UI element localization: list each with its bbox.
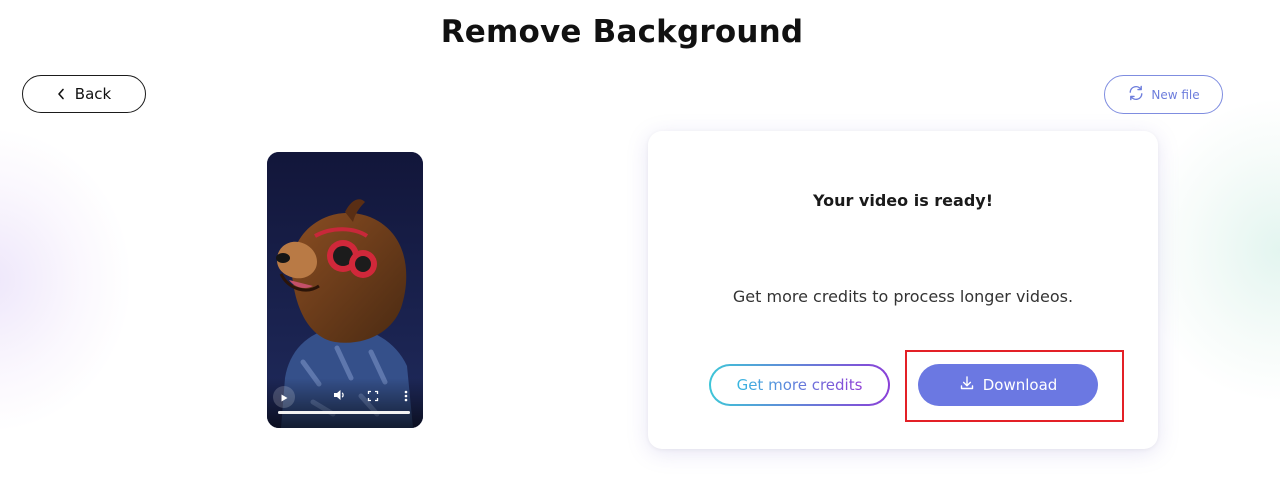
fullscreen-button[interactable] (365, 388, 381, 404)
get-more-credits-label: Get more credits (736, 376, 863, 394)
volume-button[interactable] (331, 388, 347, 404)
refresh-icon (1127, 84, 1145, 105)
video-progress-fill (278, 411, 410, 414)
more-vertical-icon (404, 387, 408, 406)
back-button[interactable]: Back (22, 75, 146, 113)
more-options-button[interactable] (398, 388, 414, 404)
play-button[interactable] (273, 386, 295, 408)
background-glow-left (0, 130, 130, 430)
credits-message: Get more credits to process longer video… (732, 287, 1074, 306)
video-progress-bar[interactable] (278, 411, 410, 414)
volume-icon (332, 387, 346, 406)
chevron-left-icon (57, 88, 65, 100)
video-controls (267, 378, 423, 428)
play-icon (279, 388, 289, 407)
download-button[interactable]: Download (918, 364, 1098, 406)
background-glow-right (1140, 100, 1280, 400)
result-card: Your video is ready! Get more credits to… (648, 131, 1158, 449)
download-icon (959, 375, 975, 395)
video-player[interactable] (267, 152, 423, 428)
fullscreen-icon (367, 387, 379, 406)
get-more-credits-button[interactable]: Get more credits (709, 364, 890, 406)
new-file-button[interactable]: New file (1104, 75, 1223, 114)
ready-heading: Your video is ready! (812, 191, 994, 210)
remove-background-page: Remove Background Back New file Your vid… (0, 0, 1280, 479)
new-file-label: New file (1151, 87, 1200, 102)
page-title: Remove Background (440, 14, 804, 50)
download-label: Download (982, 376, 1058, 394)
back-button-label: Back (74, 85, 112, 103)
